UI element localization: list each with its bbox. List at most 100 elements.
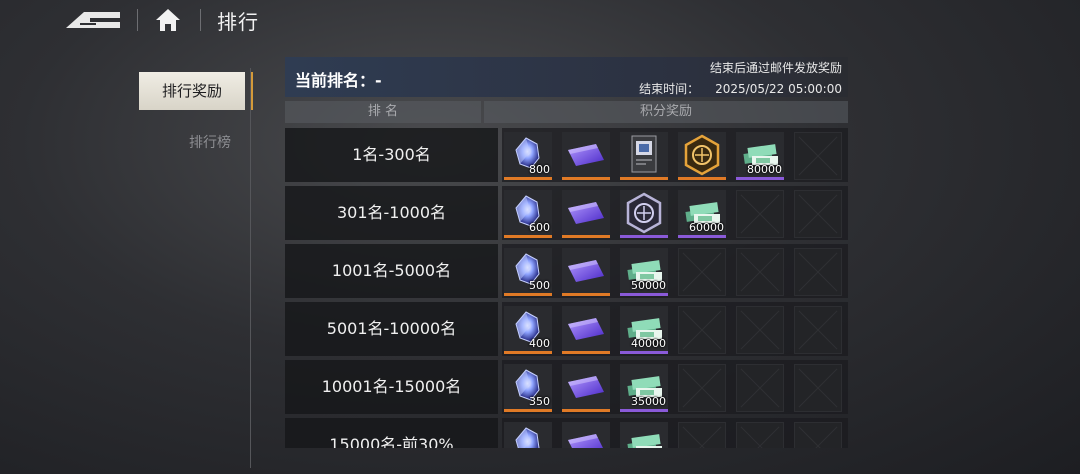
empty-reward-slot: [678, 248, 726, 296]
reward-item[interactable]: [562, 248, 610, 296]
empty-reward-slot: [678, 306, 726, 354]
rarity-bar: [504, 177, 552, 180]
reward-quantity: 80000: [747, 163, 782, 176]
empty-reward-slot: [736, 422, 784, 448]
empty-reward-slot: [736, 190, 784, 238]
cash-stack-icon: [620, 422, 668, 448]
reward-item[interactable]: 80000: [736, 132, 784, 180]
reward-item[interactable]: [562, 132, 610, 180]
reward-item[interactable]: 50000: [620, 248, 668, 296]
reward-item[interactable]: [620, 132, 668, 180]
purple-card-icon: [562, 364, 610, 412]
reward-quantity: 60000: [689, 221, 724, 234]
current-rank: 当前排名：-: [295, 71, 382, 90]
empty-reward-slot: [678, 364, 726, 412]
empty-reward-slot: [794, 132, 842, 180]
reward-item[interactable]: 500: [504, 248, 552, 296]
reward-list: 500 50000: [502, 244, 848, 298]
rarity-bar: [504, 351, 552, 354]
reward-quantity: 500: [529, 279, 550, 292]
table-row: 5001名-10000名 400 40000: [285, 302, 848, 356]
empty-reward-slot: [736, 306, 784, 354]
reward-item[interactable]: [562, 306, 610, 354]
back-arrow-icon: [66, 12, 120, 28]
end-time-label: 结束时间：: [639, 82, 700, 96]
divider: [200, 9, 201, 31]
rarity-bar: [678, 177, 726, 180]
column-header-rank: 排 名: [285, 101, 481, 123]
reward-list: 600 60000: [502, 186, 848, 240]
reward-list: 800 80000: [502, 128, 848, 182]
purple-card-icon: [562, 248, 610, 296]
rank-info-panel: 当前排名：- 结束后通过邮件发放奖励 结束时间： 2025/05/22 05:00…: [285, 57, 848, 97]
purple-card-icon: [562, 306, 610, 354]
table-row: 10001名-15000名 350 35000: [285, 360, 848, 414]
reward-quantity: 800: [529, 163, 550, 176]
reward-quantity: 600: [529, 221, 550, 234]
home-icon: [156, 9, 180, 31]
table-row: 1001名-5000名 500 50000: [285, 244, 848, 298]
rarity-bar: [562, 235, 610, 238]
column-header-rewards: 积分奖励: [484, 101, 848, 123]
reward-item[interactable]: 40000: [620, 306, 668, 354]
rarity-bar: [620, 351, 668, 354]
purple-card-icon: [562, 132, 610, 180]
sidebar-divider: [250, 68, 251, 468]
reward-item[interactable]: 35000: [620, 364, 668, 412]
reward-quantity: 40000: [631, 337, 666, 350]
rank-range: 10001名-15000名: [285, 360, 498, 414]
rarity-bar: [504, 293, 552, 296]
rarity-bar: [620, 235, 668, 238]
empty-reward-slot: [794, 306, 842, 354]
purple-card-icon: [562, 422, 610, 448]
reward-quantity: 50000: [631, 279, 666, 292]
tab-leaderboard[interactable]: 排行榜: [170, 132, 250, 152]
reward-item[interactable]: 400: [504, 306, 552, 354]
reward-item[interactable]: 800: [504, 132, 552, 180]
table-row: 1名-300名 800 80000: [285, 128, 848, 182]
reward-quantity: 35000: [631, 395, 666, 408]
empty-reward-slot: [678, 422, 726, 448]
reward-quantity: 350: [529, 395, 550, 408]
reward-list: 350 35000: [502, 360, 848, 414]
reward-table[interactable]: 1名-300名 800 80000 301名-1000名 600 60000 1001名-5…: [285, 128, 848, 448]
rarity-bar: [736, 177, 784, 180]
empty-reward-slot: [736, 248, 784, 296]
empty-reward-slot: [794, 248, 842, 296]
back-button[interactable]: [62, 6, 124, 34]
rarity-bar: [620, 409, 668, 412]
rarity-bar: [620, 177, 668, 180]
reward-item[interactable]: [620, 422, 668, 448]
tab-rank-rewards[interactable]: 排行奖励: [139, 72, 253, 110]
empty-reward-slot: [794, 190, 842, 238]
reward-item[interactable]: [620, 190, 668, 238]
table-row: 301名-1000名 600 60000: [285, 186, 848, 240]
reward-item[interactable]: [562, 190, 610, 238]
reward-item[interactable]: 600: [504, 190, 552, 238]
rarity-bar: [504, 409, 552, 412]
home-button[interactable]: [153, 6, 183, 34]
crystal-icon: [504, 422, 552, 448]
reward-item[interactable]: [562, 364, 610, 412]
rank-range: 301名-1000名: [285, 186, 498, 240]
mail-reward-note: 结束后通过邮件发放奖励: [709, 61, 842, 75]
reward-list: [502, 418, 848, 448]
reward-item[interactable]: [504, 422, 552, 448]
rank-range: 1名-300名: [285, 128, 498, 182]
reward-item[interactable]: 60000: [678, 190, 726, 238]
empty-reward-slot: [794, 422, 842, 448]
reward-list: 400 40000: [502, 302, 848, 356]
rank-range: 15000名-前30%: [285, 418, 498, 448]
reward-item[interactable]: 350: [504, 364, 552, 412]
end-time-value: 2025/05/22 05:00:00: [715, 82, 842, 96]
empty-reward-slot: [794, 364, 842, 412]
reward-item[interactable]: [678, 132, 726, 180]
empty-reward-slot: [736, 364, 784, 412]
reward-quantity: 400: [529, 337, 550, 350]
gold-emblem-icon: [678, 132, 726, 180]
end-time: 结束时间： 2025/05/22 05:00:00: [639, 80, 842, 97]
reward-item[interactable]: [562, 422, 610, 448]
silver-emblem-icon: [620, 190, 668, 238]
purple-card-icon: [562, 190, 610, 238]
table-row: 15000名-前30%: [285, 418, 848, 448]
